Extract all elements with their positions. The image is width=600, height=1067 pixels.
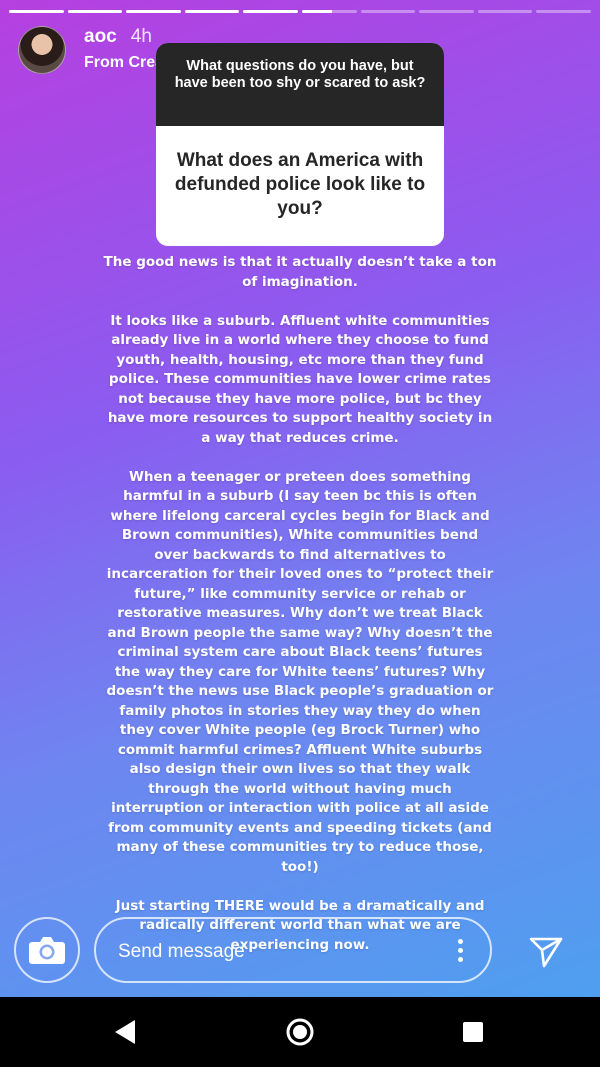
- send-button[interactable]: [526, 931, 566, 971]
- question-text: What does an America with defunded polic…: [174, 150, 426, 219]
- story-progress-bar: [9, 10, 591, 13]
- android-nav-bar: [0, 997, 600, 1067]
- story-progress-segment: [419, 10, 474, 13]
- recents-square-icon: [463, 1022, 483, 1042]
- story-progress-segment: [360, 10, 416, 13]
- story-progress-segment: [9, 10, 64, 13]
- story-progress-segment: [126, 10, 181, 13]
- camera-button[interactable]: [14, 917, 80, 983]
- question-sticker: What questions do you have, but have bee…: [156, 43, 444, 246]
- send-icon: [529, 937, 563, 968]
- send-message-placeholder: Send message: [118, 941, 245, 962]
- send-message-input[interactable]: Send message: [94, 917, 492, 983]
- answer-paragraph-2: It looks like a suburb. Affluent white c…: [107, 312, 493, 446]
- answer-paragraph-1: The good news is that it actually doesn’…: [103, 254, 497, 290]
- nav-back-button[interactable]: [108, 1015, 142, 1049]
- username[interactable]: aoc: [84, 26, 117, 48]
- back-triangle-icon: [115, 1020, 135, 1044]
- story-progress-segment: [301, 10, 357, 13]
- story-progress-segment: [536, 10, 591, 13]
- question-prompt: What questions do you have, but have bee…: [156, 43, 444, 126]
- answer-paragraph-3: When a teenager or preteen does somethin…: [106, 468, 494, 875]
- camera-icon: [29, 937, 65, 964]
- nav-recents-button[interactable]: [456, 1015, 490, 1049]
- home-circle-icon: [286, 1018, 314, 1046]
- story-progress-segment: [477, 10, 533, 13]
- story-progress-segment: [67, 10, 123, 13]
- story-view[interactable]: aoc 4h From Create Mode What questions d…: [0, 0, 600, 997]
- post-time: 4h: [130, 26, 152, 47]
- avatar[interactable]: [18, 26, 66, 74]
- nav-home-button[interactable]: [283, 1015, 317, 1049]
- more-vertical-icon[interactable]: [458, 939, 464, 966]
- story-progress-segment: [184, 10, 240, 13]
- answer-text: The good news is that it actually doesn’…: [100, 253, 500, 975]
- reply-bar: Send message: [0, 915, 600, 987]
- story-progress-segment: [243, 10, 298, 13]
